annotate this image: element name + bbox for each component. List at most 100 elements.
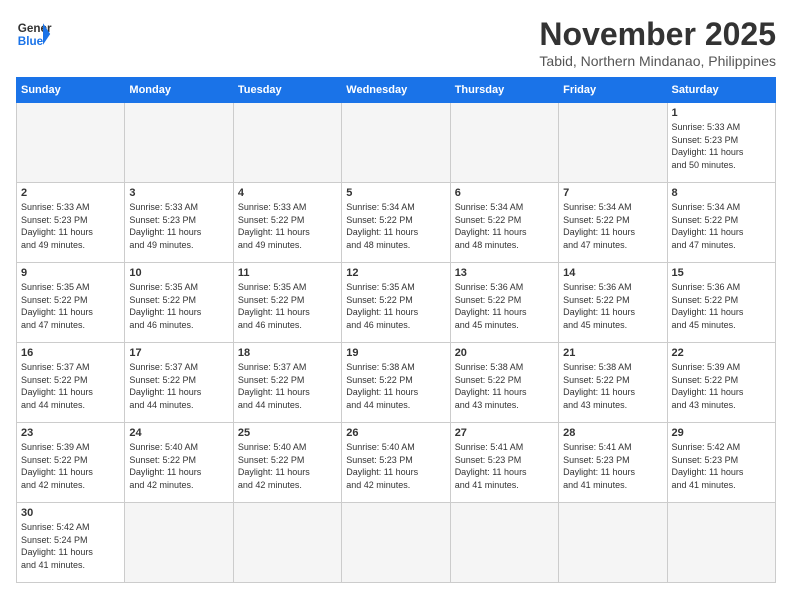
day-number: 16: [21, 347, 120, 359]
calendar-day-cell: 10Sunrise: 5:35 AM Sunset: 5:22 PM Dayli…: [125, 263, 233, 343]
day-number: 19: [346, 347, 445, 359]
day-info: Sunrise: 5:34 AM Sunset: 5:22 PM Dayligh…: [563, 201, 662, 251]
day-number: 28: [563, 427, 662, 439]
weekday-header: Wednesday: [342, 78, 450, 103]
weekday-header-row: SundayMondayTuesdayWednesdayThursdayFrid…: [17, 78, 776, 103]
day-number: 10: [129, 267, 228, 279]
day-info: Sunrise: 5:39 AM Sunset: 5:22 PM Dayligh…: [672, 361, 771, 411]
calendar-day-cell: 7 Sunrise: 5:34 AM Sunset: 5:22 PM Daylig…: [559, 183, 667, 263]
day-number: 6: [455, 187, 554, 199]
calendar-day-cell: 26 Sunrise: 5:40 AM Sunset: 5:23 PM Dayli…: [342, 423, 450, 503]
day-number: 2: [21, 187, 120, 199]
calendar-day-cell: 9 Sunrise: 5:35 AM Sunset: 5:22 PM Daylig…: [17, 263, 125, 343]
calendar-day-cell: 1 Sunrise: 5:33 AM Sunset: 5:23 PM Daylig…: [667, 103, 775, 183]
calendar-day-cell: [342, 103, 450, 183]
day-number: 24: [129, 427, 228, 439]
calendar-day-cell: [125, 103, 233, 183]
calendar-day-cell: 14 Sunrise: 5:36 AM Sunset: 5:22 PM Dayli…: [559, 263, 667, 343]
day-number: 14: [563, 267, 662, 279]
day-info: Sunrise: 5:35 AM Sunset: 5:22 PM Dayligh…: [21, 281, 120, 331]
day-number: 4: [238, 187, 337, 199]
day-info: Sunrise: 5:41 AM Sunset: 5:23 PM Dayligh…: [563, 441, 662, 491]
day-number: 20: [455, 347, 554, 359]
calendar-day-cell: [17, 103, 125, 183]
calendar-day-cell: 18 Sunrise: 5:37 AM Sunset: 5:22 PM Dayli…: [233, 343, 341, 423]
weekday-header: Monday: [125, 78, 233, 103]
weekday-header: Sunday: [17, 78, 125, 103]
day-number: 30: [21, 507, 120, 519]
calendar-day-cell: 23 Sunrise: 5:39 AM Sunset: 5:22 PM Dayli…: [17, 423, 125, 503]
day-number: 26: [346, 427, 445, 439]
calendar-day-cell: 19Sunrise: 5:38 AM Sunset: 5:22 PM Dayli…: [342, 343, 450, 423]
day-number: 29: [672, 427, 771, 439]
day-info: Sunrise: 5:42 AM Sunset: 5:23 PM Dayligh…: [672, 441, 771, 491]
day-number: 1: [672, 107, 771, 119]
calendar-day-cell: 27 Sunrise: 5:41 AM Sunset: 5:23 PM Dayli…: [450, 423, 558, 503]
calendar-day-cell: 24 Sunrise: 5:40 AM Sunset: 5:22 PM Dayli…: [125, 423, 233, 503]
day-number: 15: [672, 267, 771, 279]
calendar-day-cell: 2 Sunrise: 5:33 AM Sunset: 5:23 PM Daylig…: [17, 183, 125, 263]
location-subtitle: Tabid, Northern Mindanao, Philippines: [539, 53, 776, 69]
calendar-day-cell: 22Sunrise: 5:39 AM Sunset: 5:22 PM Dayli…: [667, 343, 775, 423]
weekday-header: Saturday: [667, 78, 775, 103]
calendar-week-row: 1 Sunrise: 5:33 AM Sunset: 5:23 PM Daylig…: [17, 103, 776, 183]
day-number: 8: [672, 187, 771, 199]
day-number: 18: [238, 347, 337, 359]
day-info: Sunrise: 5:37 AM Sunset: 5:22 PM Dayligh…: [238, 361, 337, 411]
svg-text:Blue: Blue: [18, 35, 44, 48]
calendar-week-row: 16 Sunrise: 5:37 AM Sunset: 5:22 PM Dayli…: [17, 343, 776, 423]
day-info: Sunrise: 5:33 AM Sunset: 5:23 PM Dayligh…: [672, 121, 771, 171]
day-info: Sunrise: 5:33 AM Sunset: 5:23 PM Dayligh…: [21, 201, 120, 251]
day-info: Sunrise: 5:40 AM Sunset: 5:22 PM Dayligh…: [129, 441, 228, 491]
logo-icon: General Blue: [16, 16, 52, 52]
calendar-day-cell: 20Sunrise: 5:38 AM Sunset: 5:22 PM Dayli…: [450, 343, 558, 423]
day-number: 21: [563, 347, 662, 359]
calendar-day-cell: 11Sunrise: 5:35 AM Sunset: 5:22 PM Dayli…: [233, 263, 341, 343]
title-block: November 2025 Tabid, Northern Mindanao, …: [539, 16, 776, 69]
day-number: 25: [238, 427, 337, 439]
day-info: Sunrise: 5:42 AM Sunset: 5:24 PM Dayligh…: [21, 521, 120, 571]
day-info: Sunrise: 5:33 AM Sunset: 5:23 PM Dayligh…: [129, 201, 228, 251]
day-info: Sunrise: 5:35 AM Sunset: 5:22 PM Dayligh…: [346, 281, 445, 331]
day-info: Sunrise: 5:35 AM Sunset: 5:22 PM Dayligh…: [238, 281, 337, 331]
calendar-day-cell: [559, 503, 667, 583]
day-info: Sunrise: 5:37 AM Sunset: 5:22 PM Dayligh…: [21, 361, 120, 411]
calendar-day-cell: [233, 503, 341, 583]
day-info: Sunrise: 5:34 AM Sunset: 5:22 PM Dayligh…: [672, 201, 771, 251]
day-info: Sunrise: 5:34 AM Sunset: 5:22 PM Dayligh…: [346, 201, 445, 251]
calendar-week-row: 30 Sunrise: 5:42 AM Sunset: 5:24 PM Dayli…: [17, 503, 776, 583]
calendar-day-cell: [125, 503, 233, 583]
calendar-week-row: 23 Sunrise: 5:39 AM Sunset: 5:22 PM Dayli…: [17, 423, 776, 503]
calendar-day-cell: 13Sunrise: 5:36 AM Sunset: 5:22 PM Dayli…: [450, 263, 558, 343]
calendar-day-cell: 16 Sunrise: 5:37 AM Sunset: 5:22 PM Dayli…: [17, 343, 125, 423]
day-number: 5: [346, 187, 445, 199]
day-info: Sunrise: 5:40 AM Sunset: 5:23 PM Dayligh…: [346, 441, 445, 491]
calendar-day-cell: 25Sunrise: 5:40 AM Sunset: 5:22 PM Dayli…: [233, 423, 341, 503]
day-number: 7: [563, 187, 662, 199]
calendar-day-cell: 15 Sunrise: 5:36 AM Sunset: 5:22 PM Dayli…: [667, 263, 775, 343]
page-header: General Blue November 2025 Tabid, Northe…: [16, 16, 776, 69]
calendar-week-row: 9 Sunrise: 5:35 AM Sunset: 5:22 PM Daylig…: [17, 263, 776, 343]
calendar-day-cell: 29 Sunrise: 5:42 AM Sunset: 5:23 PM Dayli…: [667, 423, 775, 503]
calendar-day-cell: [450, 503, 558, 583]
calendar-day-cell: 30 Sunrise: 5:42 AM Sunset: 5:24 PM Dayli…: [17, 503, 125, 583]
day-info: Sunrise: 5:39 AM Sunset: 5:22 PM Dayligh…: [21, 441, 120, 491]
calendar-day-cell: [233, 103, 341, 183]
calendar-day-cell: [450, 103, 558, 183]
calendar-day-cell: 17Sunrise: 5:37 AM Sunset: 5:22 PM Dayli…: [125, 343, 233, 423]
day-number: 9: [21, 267, 120, 279]
day-number: 3: [129, 187, 228, 199]
weekday-header: Tuesday: [233, 78, 341, 103]
weekday-header: Thursday: [450, 78, 558, 103]
day-info: Sunrise: 5:41 AM Sunset: 5:23 PM Dayligh…: [455, 441, 554, 491]
day-info: Sunrise: 5:36 AM Sunset: 5:22 PM Dayligh…: [563, 281, 662, 331]
day-number: 27: [455, 427, 554, 439]
month-title: November 2025: [539, 16, 776, 53]
calendar-day-cell: [667, 503, 775, 583]
calendar-day-cell: 6 Sunrise: 5:34 AM Sunset: 5:22 PM Daylig…: [450, 183, 558, 263]
day-info: Sunrise: 5:34 AM Sunset: 5:22 PM Dayligh…: [455, 201, 554, 251]
day-info: Sunrise: 5:36 AM Sunset: 5:22 PM Dayligh…: [672, 281, 771, 331]
day-info: Sunrise: 5:33 AM Sunset: 5:22 PM Dayligh…: [238, 201, 337, 251]
day-number: 23: [21, 427, 120, 439]
calendar-day-cell: 4 Sunrise: 5:33 AM Sunset: 5:22 PM Daylig…: [233, 183, 341, 263]
